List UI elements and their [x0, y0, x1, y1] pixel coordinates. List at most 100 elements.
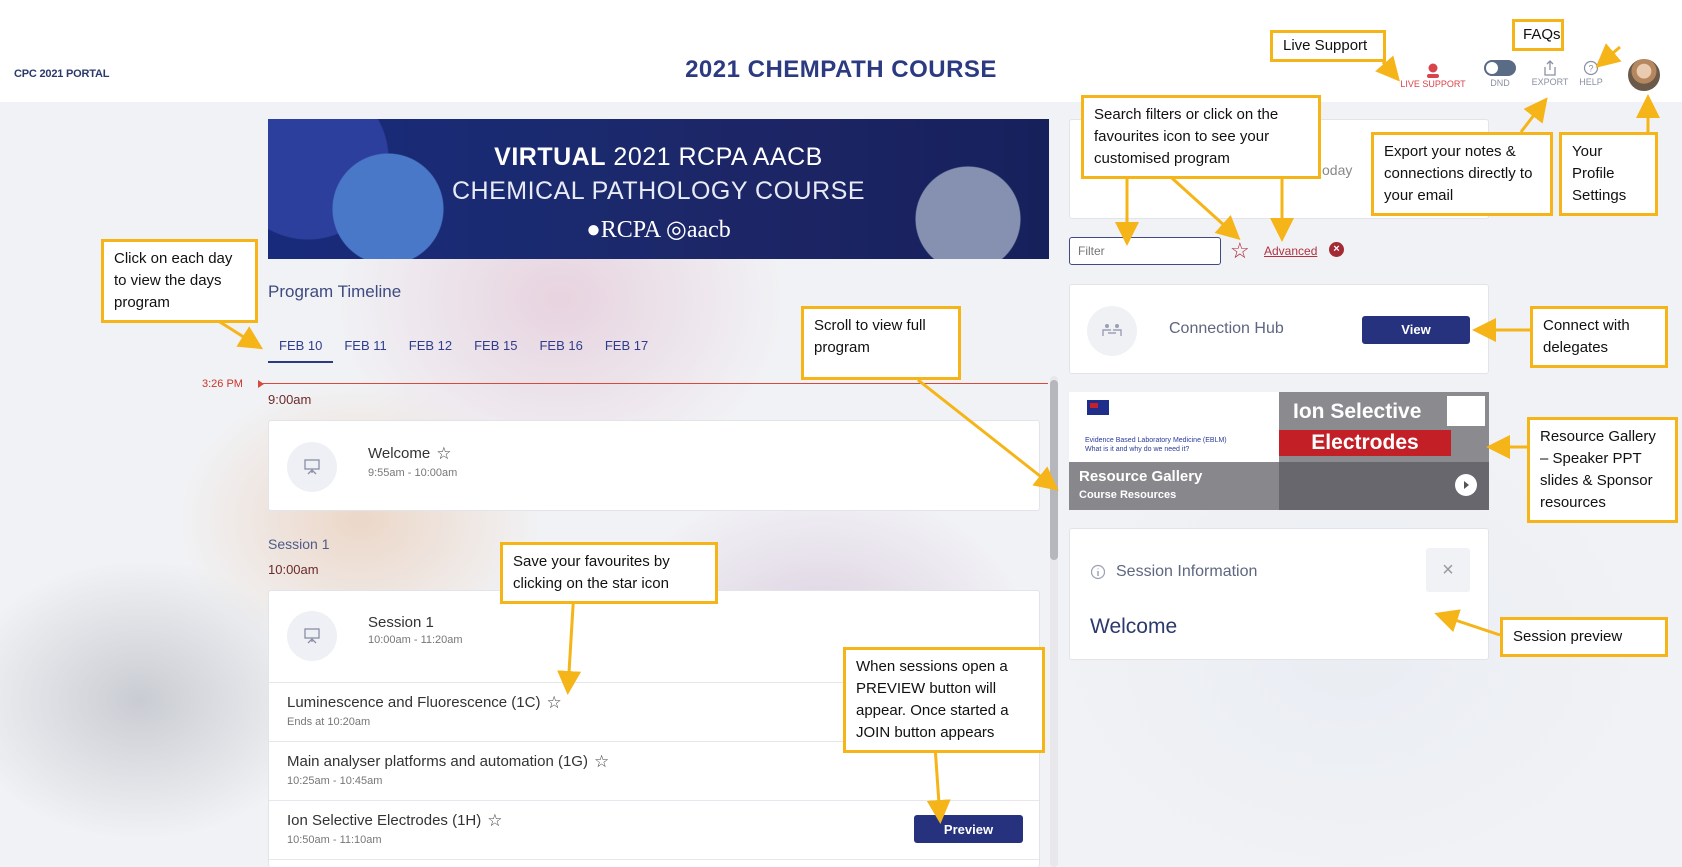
- annotation-session-preview: Session preview: [1500, 617, 1668, 657]
- session-label: Session 1: [268, 536, 330, 552]
- list-item-title-row: Ion Selective Electrodes (1H) ☆: [287, 811, 503, 831]
- day-tabs: FEB 10 FEB 11 FEB 12 FEB 15 FEB 16 FEB 1…: [268, 332, 659, 363]
- list-item-title: Ion Selective Electrodes (1H): [287, 812, 482, 829]
- banner-logos: ●RCPA ◎aacb: [586, 217, 731, 243]
- welcome-title: Welcome: [368, 445, 431, 462]
- list-item-title-row: Luminescence and Fluorescence (1C) ☆: [287, 693, 562, 713]
- list-item[interactable]: Main analyser platforms and automation (…: [287, 752, 609, 787]
- time-slot-label: 9:00am: [268, 392, 312, 407]
- gallery-title: Resource Gallery: [1079, 468, 1203, 485]
- headset-icon: [1427, 63, 1439, 78]
- people-icon: [1087, 306, 1137, 356]
- list-item-time: 10:50am - 11:10am: [287, 834, 382, 846]
- star-icon[interactable]: ☆: [546, 693, 561, 712]
- next-arrow-icon[interactable]: [1455, 474, 1477, 496]
- gallery-ebl-line-1: Evidence Based Laboratory Medicine (EBLM…: [1085, 437, 1227, 444]
- help-label: HELP: [1579, 77, 1603, 87]
- export-label: EXPORT: [1531, 77, 1569, 87]
- divider: [269, 859, 1039, 860]
- info-icon: [1090, 564, 1106, 585]
- advanced-link[interactable]: Advanced: [1264, 244, 1317, 258]
- tab-feb-12[interactable]: FEB 12: [398, 332, 463, 363]
- today-label: oday: [1322, 162, 1353, 178]
- resource-gallery[interactable]: Evidence Based Laboratory Medicine (EBLM…: [1069, 392, 1489, 510]
- session-information-body: Welcome: [1090, 615, 1178, 638]
- annotation-profile: Your Profile Settings: [1559, 132, 1658, 216]
- list-item[interactable]: Ion Selective Electrodes (1H) ☆ 10:50am -…: [287, 811, 503, 846]
- program-timeline-title: Program Timeline: [268, 282, 402, 301]
- live-support-label: LIVE SUPPORT: [1400, 79, 1466, 89]
- live-support-button[interactable]: LIVE SUPPORT: [1394, 62, 1472, 89]
- annotation-search: Search filters or click on the favourite…: [1081, 95, 1321, 179]
- share-export-icon: [1544, 60, 1556, 76]
- annotation-days: Click on each day to view the days progr…: [101, 239, 258, 323]
- star-icon[interactable]: ☆: [487, 811, 502, 830]
- session-information-title: Session Information: [1116, 563, 1258, 580]
- gallery-subtitle: Course Resources: [1079, 489, 1177, 501]
- session-1-header: Session 1 10:00am - 11:20am: [368, 614, 463, 646]
- dnd-label: DND: [1490, 78, 1510, 88]
- annotation-live-support: Live Support: [1270, 30, 1386, 62]
- annotation-export: Export your notes & connections directly…: [1371, 132, 1553, 216]
- banner-line-1: VIRTUAL 2021 RCPA AACB: [268, 143, 1049, 172]
- svg-text:?: ?: [1588, 64, 1593, 74]
- preview-button[interactable]: Preview: [914, 815, 1023, 843]
- close-icon[interactable]: ×: [1426, 548, 1470, 592]
- welcome-time: 9:55am - 10:00am: [368, 467, 458, 479]
- course-banner: VIRTUAL 2021 RCPA AACB CHEMICAL PATHOLOG…: [268, 119, 1049, 259]
- gallery-ion-line-1: Ion Selective: [1293, 400, 1422, 423]
- gallery-ion-line-2: Electrodes: [1279, 430, 1451, 456]
- question-circle-icon: ?: [1583, 60, 1599, 76]
- time-slot-label: 10:00am: [268, 562, 319, 577]
- favourites-star-icon[interactable]: ☆: [1230, 238, 1250, 264]
- dnd-toggle[interactable]: DND: [1480, 60, 1520, 88]
- list-item[interactable]: Luminescence and Fluorescence (1C) ☆ Ends…: [287, 693, 562, 728]
- annotation-favourites: Save your favourites by clicking on the …: [500, 542, 718, 604]
- session-1-time: 10:00am - 11:20am: [368, 634, 463, 646]
- tab-feb-16[interactable]: FEB 16: [528, 332, 593, 363]
- sponsor-logo-icon: [1447, 396, 1485, 426]
- clear-filter-icon[interactable]: ×: [1329, 242, 1344, 257]
- session-1-title: Session 1: [368, 614, 434, 631]
- list-item-title: Luminescence and Fluorescence (1C): [287, 694, 541, 711]
- banner-line-1-bold: VIRTUAL: [494, 143, 606, 171]
- help-button[interactable]: ? HELP: [1576, 60, 1606, 87]
- gallery-ebl-text: Evidence Based Laboratory Medicine (EBLM…: [1085, 436, 1227, 454]
- current-time-label: 3:26 PM: [202, 378, 243, 390]
- connection-hub-label: Connection Hub: [1169, 320, 1284, 337]
- star-icon[interactable]: ☆: [594, 752, 609, 771]
- scrollbar-thumb[interactable]: [1050, 380, 1058, 560]
- export-button[interactable]: EXPORT: [1530, 60, 1570, 87]
- list-item-time: Ends at 10:20am: [287, 716, 371, 728]
- welcome-card-body: Welcome ☆ 9:55am - 10:00am: [368, 444, 457, 479]
- tab-feb-11[interactable]: FEB 11: [333, 332, 397, 363]
- star-icon[interactable]: ☆: [436, 444, 451, 463]
- gallery-ebl-line-2: What is it and why do we need it?: [1085, 446, 1190, 453]
- tab-feb-10[interactable]: FEB 10: [268, 332, 334, 363]
- current-time-line: [261, 383, 1048, 384]
- welcome-card[interactable]: Welcome ☆ 9:55am - 10:00am: [268, 420, 1040, 511]
- list-item-title-row: Main analyser platforms and automation (…: [287, 752, 609, 772]
- flag-icon: [1087, 400, 1109, 415]
- presentation-icon: [287, 442, 337, 492]
- toggle-switch-icon: [1484, 60, 1516, 76]
- tab-feb-15[interactable]: FEB 15: [463, 332, 528, 363]
- current-time-marker-icon: [258, 380, 264, 388]
- annotation-preview: When sessions open a PREVIEW button will…: [843, 647, 1045, 753]
- presentation-icon: [287, 611, 337, 661]
- list-item-time: 10:25am - 10:45am: [287, 775, 383, 787]
- divider: [269, 800, 1039, 801]
- filter-input[interactable]: [1069, 237, 1221, 265]
- annotation-connect: Connect with delegates: [1530, 306, 1668, 368]
- annotation-faqs: FAQs: [1512, 19, 1564, 51]
- annotation-gallery: Resource Gallery – Speaker PPT slides & …: [1527, 417, 1678, 523]
- annotation-scroll: Scroll to view full program: [801, 306, 961, 380]
- view-button[interactable]: View: [1362, 316, 1470, 344]
- avatar[interactable]: [1626, 57, 1662, 93]
- session-information-panel: Session Information × Welcome: [1069, 528, 1489, 660]
- banner-line-1-rest: 2021 RCPA AACB: [605, 143, 823, 171]
- banner-line-2: CHEMICAL PATHOLOGY COURSE: [451, 177, 866, 205]
- welcome-card-title-row: Welcome ☆: [368, 444, 457, 464]
- list-item-title: Main analyser platforms and automation (…: [287, 753, 588, 770]
- tab-feb-17[interactable]: FEB 17: [594, 332, 659, 363]
